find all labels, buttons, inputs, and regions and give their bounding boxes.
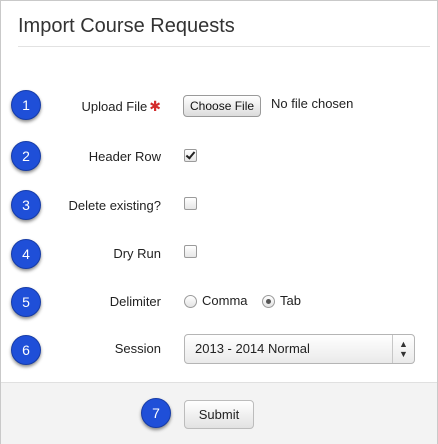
step-badge-5: 5	[11, 287, 41, 317]
header-row-checkbox[interactable]	[184, 149, 197, 162]
dry-run-label: Dry Run	[113, 246, 161, 261]
select-arrows-icon: ▲ ▼	[392, 335, 414, 363]
step-badge-6: 6	[11, 335, 41, 365]
title-divider	[18, 46, 430, 47]
step-badge-4: 4	[11, 239, 41, 269]
import-form-panel: Import Course Requests 1 Upload File ✱ Ch…	[0, 0, 438, 444]
page-title: Import Course Requests	[18, 15, 235, 37]
choose-file-button[interactable]: Choose File	[183, 95, 262, 117]
delete-existing-label: Delete existing?	[68, 198, 162, 213]
step-badge-1: 1	[11, 90, 41, 120]
delimiter-label: Delimiter	[109, 294, 161, 309]
dry-run-checkbox[interactable]	[184, 245, 197, 258]
delimiter-comma-label[interactable]: Comma	[202, 293, 248, 308]
header-row-label: Header Row	[88, 149, 161, 164]
submit-button[interactable]: Submit	[184, 400, 254, 429]
step-badge-7: 7	[141, 398, 171, 428]
session-label: Session	[114, 341, 161, 356]
step-badge-3: 3	[11, 190, 41, 220]
delete-existing-checkbox[interactable]	[184, 197, 197, 210]
delimiter-comma-radio[interactable]	[184, 295, 197, 308]
session-select[interactable]: 2013 - 2014 Normal ▲ ▼	[184, 334, 415, 364]
session-selected-value: 2013 - 2014 Normal	[195, 341, 310, 356]
upload-file-label: Upload File ✱	[81, 98, 162, 114]
step-badge-2: 2	[11, 141, 41, 171]
delimiter-tab-label[interactable]: Tab	[280, 293, 301, 308]
required-icon: ✱	[149, 98, 161, 114]
file-status-text: No file chosen	[271, 96, 354, 111]
delimiter-tab-radio[interactable]	[262, 295, 275, 308]
